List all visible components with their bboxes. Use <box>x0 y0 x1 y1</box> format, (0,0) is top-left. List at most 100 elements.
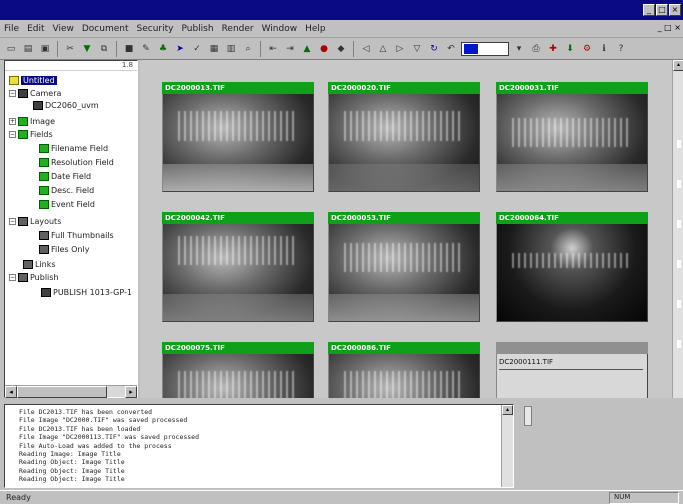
thumbnail[interactable]: DC2000013.TIF <box>162 82 314 192</box>
left-icon[interactable]: ◁ <box>359 42 373 56</box>
thumbnail[interactable]: DC2000075.TIF <box>162 342 314 398</box>
help-icon[interactable]: ? <box>614 42 628 56</box>
minimize-button[interactable]: _ <box>643 4 655 16</box>
check-icon[interactable]: ✓ <box>190 42 204 56</box>
info-icon[interactable]: ℹ <box>597 42 611 56</box>
scroll-up-icon[interactable]: ▴ <box>673 60 683 71</box>
filter-icon[interactable]: ▼ <box>80 42 94 56</box>
collapse-icon[interactable]: − <box>9 131 16 138</box>
menu-security[interactable]: Security <box>137 24 174 34</box>
thumbnail-image[interactable] <box>162 354 314 398</box>
tree-node-root[interactable]: Untitled <box>9 75 57 86</box>
tree-node-links[interactable]: Links <box>23 259 56 270</box>
tree-node-label: Date Field <box>51 172 92 181</box>
up-icon[interactable]: △ <box>376 42 390 56</box>
thumbnail-image[interactable] <box>328 94 480 192</box>
align-left-icon[interactable]: ⇤ <box>266 42 280 56</box>
mdi-window-controls[interactable]: _ □ × <box>658 23 681 32</box>
cut-icon[interactable]: ✂ <box>63 42 77 56</box>
thumbnail[interactable]: DC2000086.TIF <box>328 342 480 398</box>
tree-node-layout[interactable]: Full Thumbnails <box>39 230 114 241</box>
thumbnail[interactable]: DC2000020.TIF <box>328 82 480 192</box>
thumbnail-image[interactable] <box>328 224 480 322</box>
tree-node-layout[interactable]: Files Only <box>39 244 89 255</box>
right-icon[interactable]: ▷ <box>393 42 407 56</box>
thumbnail-image[interactable] <box>496 94 648 192</box>
scroll-left-icon[interactable]: ◂ <box>5 386 17 398</box>
thumbnail-image[interactable] <box>496 224 648 322</box>
expand-icon[interactable]: + <box>9 118 16 125</box>
thumbnail-placeholder[interactable]: DC2000111.TIF <box>496 354 648 398</box>
new-icon[interactable]: ▭ <box>4 42 18 56</box>
settings-icon[interactable]: ⚙ <box>580 42 594 56</box>
render-icon[interactable]: ◆ <box>334 42 348 56</box>
collapse-icon[interactable]: − <box>9 274 16 281</box>
import-icon[interactable]: ⬇ <box>563 42 577 56</box>
tree-node-camera-model[interactable]: DC2060_uvm <box>33 100 99 111</box>
maximize-button[interactable]: □ <box>656 4 668 16</box>
menu-file[interactable]: File <box>4 24 19 34</box>
menu-help[interactable]: Help <box>305 24 326 34</box>
thumbnail-image[interactable] <box>162 224 314 322</box>
thumbnail[interactable]: DC2000064.TIF <box>496 212 648 322</box>
tree-node-field[interactable]: Desc. Field <box>39 185 94 196</box>
copy-icon[interactable]: ⧉ <box>97 42 111 56</box>
tree-node-publish[interactable]: − Publish <box>9 272 59 283</box>
export-icon[interactable]: ✚ <box>546 42 560 56</box>
refresh-icon[interactable]: ↻ <box>427 42 441 56</box>
tree-node-field[interactable]: Date Field <box>39 171 91 182</box>
publish-icon[interactable]: ▲ <box>300 42 314 56</box>
tree-horizontal-scrollbar[interactable]: ◂ ▸ <box>5 385 137 398</box>
thumbnail-vertical-scrollbar[interactable]: ▴ <box>672 60 683 398</box>
tree-node-field[interactable]: Filename Field <box>39 143 108 154</box>
menu-render[interactable]: Render <box>222 24 254 34</box>
thumbnail[interactable]: DC2000053.TIF <box>328 212 480 322</box>
thumbnail-pending[interactable]: DC2000111.TIF <box>496 342 648 398</box>
layout-icon[interactable]: ▥ <box>224 42 238 56</box>
collapse-icon[interactable]: − <box>9 90 16 97</box>
down-icon[interactable]: ▽ <box>410 42 424 56</box>
tree-icon[interactable]: ♣ <box>156 42 170 56</box>
tree-node-field[interactable]: Event Field <box>39 199 95 210</box>
tree-node-fields[interactable]: − Fields <box>9 129 53 140</box>
tree-node-image[interactable]: + Image <box>9 116 55 127</box>
thumbnail-image[interactable] <box>162 94 314 192</box>
print-icon[interactable]: ⎙ <box>529 42 543 56</box>
align-right-icon[interactable]: ⇥ <box>283 42 297 56</box>
scroll-right-icon[interactable]: ▸ <box>125 386 137 398</box>
scroll-up-icon[interactable]: ▴ <box>502 405 513 415</box>
scroll-thumb[interactable] <box>17 386 107 398</box>
grid-icon[interactable]: ▦ <box>207 42 221 56</box>
menu-edit[interactable]: Edit <box>27 24 44 34</box>
tree-node-field[interactable]: Resolution Field <box>39 157 114 168</box>
tree-node-server[interactable]: PUBLISH 1013-GP-1 <box>41 287 132 298</box>
stop-icon[interactable]: ● <box>317 42 331 56</box>
splitter-handle[interactable] <box>524 406 532 426</box>
pen-icon[interactable]: ✎ <box>139 42 153 56</box>
thumbnail[interactable]: DC2000031.TIF <box>496 82 648 192</box>
menu-view[interactable]: View <box>53 24 74 34</box>
log-output[interactable]: File DC2013.TIF has been converted File … <box>4 404 514 488</box>
save-icon[interactable]: ▣ <box>38 42 52 56</box>
back-icon[interactable]: ↶ <box>444 42 458 56</box>
arrow-icon[interactable]: ➤ <box>173 42 187 56</box>
log-scrollbar[interactable]: ▴ <box>501 405 513 487</box>
status-text: Ready <box>6 493 31 502</box>
log-line: Reading Image: Image Title <box>19 450 121 459</box>
tree-node-label: Links <box>35 260 56 269</box>
thumbnail-image[interactable] <box>328 354 480 398</box>
tree-node-camera[interactable]: − Camera <box>9 88 61 99</box>
zoom-icon[interactable]: ⌕ <box>241 42 255 56</box>
open-icon[interactable]: ▤ <box>21 42 35 56</box>
menu-window[interactable]: Window <box>262 24 298 34</box>
collapse-icon[interactable]: − <box>9 218 16 225</box>
dropdown-arrow-icon[interactable]: ▾ <box>512 42 526 56</box>
menu-publish[interactable]: Publish <box>181 24 213 34</box>
tree-node-layouts[interactable]: − Layouts <box>9 216 61 227</box>
menu-document[interactable]: Document <box>82 24 129 34</box>
tree-view[interactable]: Untitled − Camera DC2060_uvm + Image − F… <box>7 73 135 383</box>
close-button[interactable]: × <box>669 4 681 16</box>
thumbnail[interactable]: DC2000042.TIF <box>162 212 314 322</box>
color-select[interactable] <box>461 41 509 56</box>
select-icon[interactable]: ■ <box>122 42 136 56</box>
